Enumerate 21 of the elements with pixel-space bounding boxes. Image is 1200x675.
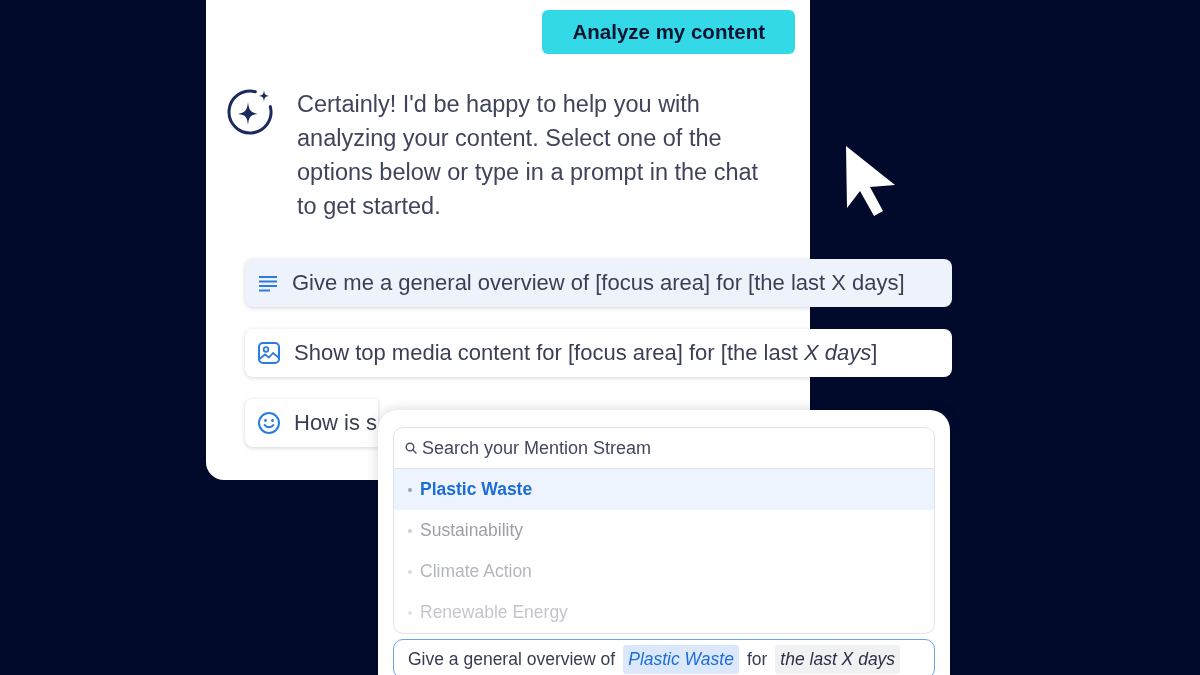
suggestion-chip[interactable]: Show top media content for [focus area] for [the last X days] [245, 329, 952, 377]
text-lines-icon [258, 274, 278, 292]
bullet-icon [408, 569, 412, 574]
suggestion-chip[interactable]: Give me a general overview of [focus area] for [the last X days] [245, 259, 952, 307]
prompt-text: Give a general overview of [408, 648, 616, 670]
topic-option[interactable]: Plastic Waste [394, 469, 934, 510]
topic-token[interactable]: Plastic Waste [623, 644, 739, 674]
suggestion-chip[interactable]: How is s [245, 399, 378, 447]
bullet-icon [408, 528, 412, 533]
assistant-message: Certainly! I'd be happy to help you with analyzing your content. Select one of the options below or type in a prompt in the chat to get started. [297, 90, 760, 221]
user-message: Analyze my content [542, 10, 795, 54]
prompt-text: for [746, 648, 768, 670]
search-field[interactable]: Search your Mention Stream [422, 433, 934, 463]
prompt-input[interactable]: Give a general overview of Plastic Waste for the last X days [393, 639, 935, 675]
sparkle-icon [226, 87, 274, 135]
mouse-pointer-icon [846, 146, 896, 216]
image-icon [258, 342, 280, 364]
search-icon [405, 442, 417, 454]
time-range-token[interactable]: the last X days [775, 644, 901, 674]
bullet-icon [408, 487, 412, 492]
smiley-icon [258, 412, 280, 434]
